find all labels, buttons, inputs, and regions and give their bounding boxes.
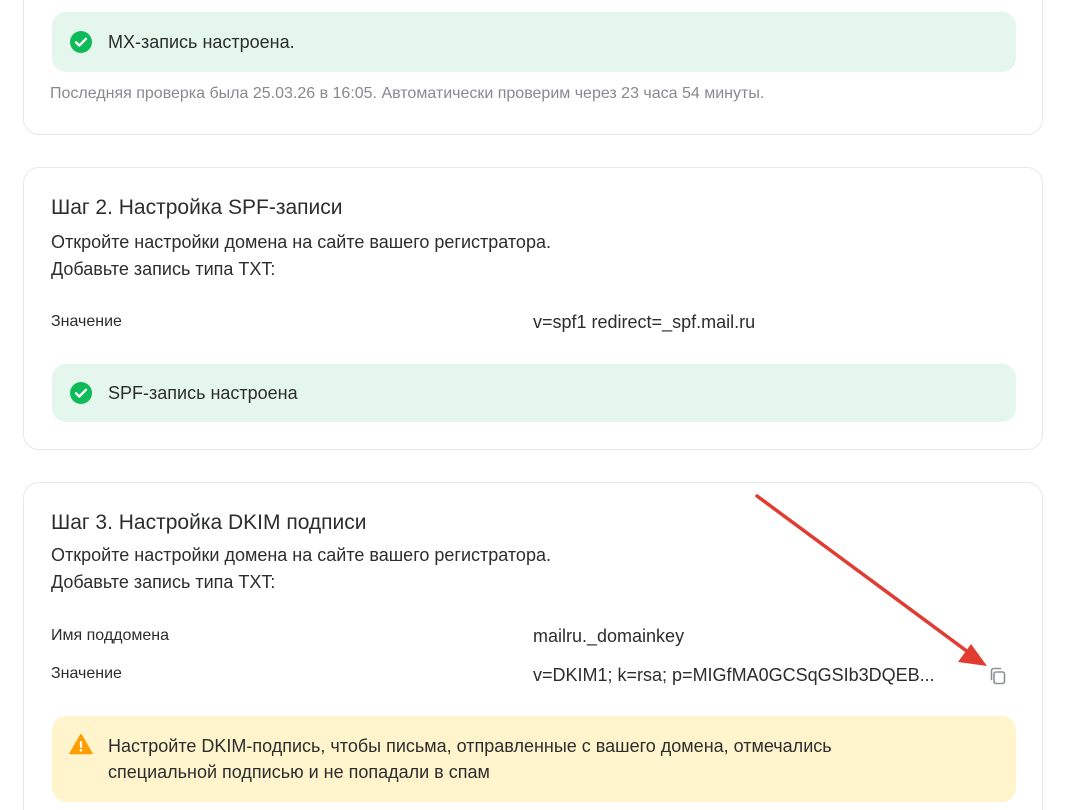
spf-value-label: Значение xyxy=(51,313,122,330)
spf-step-card: Шаг 2. Настройка SPF-записи Откройте нас… xyxy=(23,167,1043,450)
dkim-warning-line2: специальной подписью и не попадали в спа… xyxy=(108,762,490,782)
dkim-value-label: Значение xyxy=(51,665,122,682)
spf-step-description: Откройте настройки домена на сайте вашег… xyxy=(51,229,551,283)
mx-status-banner: MX-запись настроена. xyxy=(52,12,1016,72)
copy-icon[interactable] xyxy=(987,665,1009,687)
dkim-value[interactable]: v=DKIM1; k=rsa; p=MIGfMA0GCSqGSIb3DQEB..… xyxy=(533,665,935,686)
spf-step-title: Шаг 2. Настройка SPF-записи xyxy=(51,196,343,219)
spf-status-text: SPF-запись настроена xyxy=(108,383,298,403)
dkim-step-title: Шаг 3. Настройка DKIM подписи xyxy=(51,511,367,534)
spf-value[interactable]: v=spf1 redirect=_spf.mail.ru xyxy=(533,312,755,333)
dkim-desc-line1: Откройте настройки домена на сайте вашег… xyxy=(51,545,551,565)
domain-setup-page: MX-запись настроена. Последняя проверка … xyxy=(0,0,1070,810)
check-circle-icon xyxy=(70,382,92,404)
spf-desc-line2: Добавьте запись типа TXT: xyxy=(51,259,276,279)
dkim-warning-banner: Настройте DKIM-подпись, чтобы письма, от… xyxy=(52,716,1016,802)
last-check-text: Последняя проверка была 25.03.26 в 16:05… xyxy=(50,85,765,102)
spf-desc-line1: Откройте настройки домена на сайте вашег… xyxy=(51,232,551,252)
dkim-subdomain-value[interactable]: mailru._domainkey xyxy=(533,626,684,647)
dkim-warning-line1: Настройте DKIM-подпись, чтобы письма, от… xyxy=(108,736,832,756)
dkim-desc-line2: Добавьте запись типа TXT: xyxy=(51,572,276,592)
spf-status-banner: SPF-запись настроена xyxy=(52,364,1016,422)
check-circle-icon xyxy=(70,31,92,53)
dkim-step-card: Шаг 3. Настройка DKIM подписи Откройте н… xyxy=(23,482,1043,810)
dkim-warning-text: Настройте DKIM-подпись, чтобы письма, от… xyxy=(108,733,832,785)
dkim-step-description: Откройте настройки домена на сайте вашег… xyxy=(51,542,551,596)
dkim-subdomain-label: Имя поддомена xyxy=(51,627,170,644)
mx-step-card: MX-запись настроена. Последняя проверка … xyxy=(23,0,1043,135)
warning-triangle-icon xyxy=(69,733,93,755)
mx-status-text: MX-запись настроена. xyxy=(108,32,295,52)
